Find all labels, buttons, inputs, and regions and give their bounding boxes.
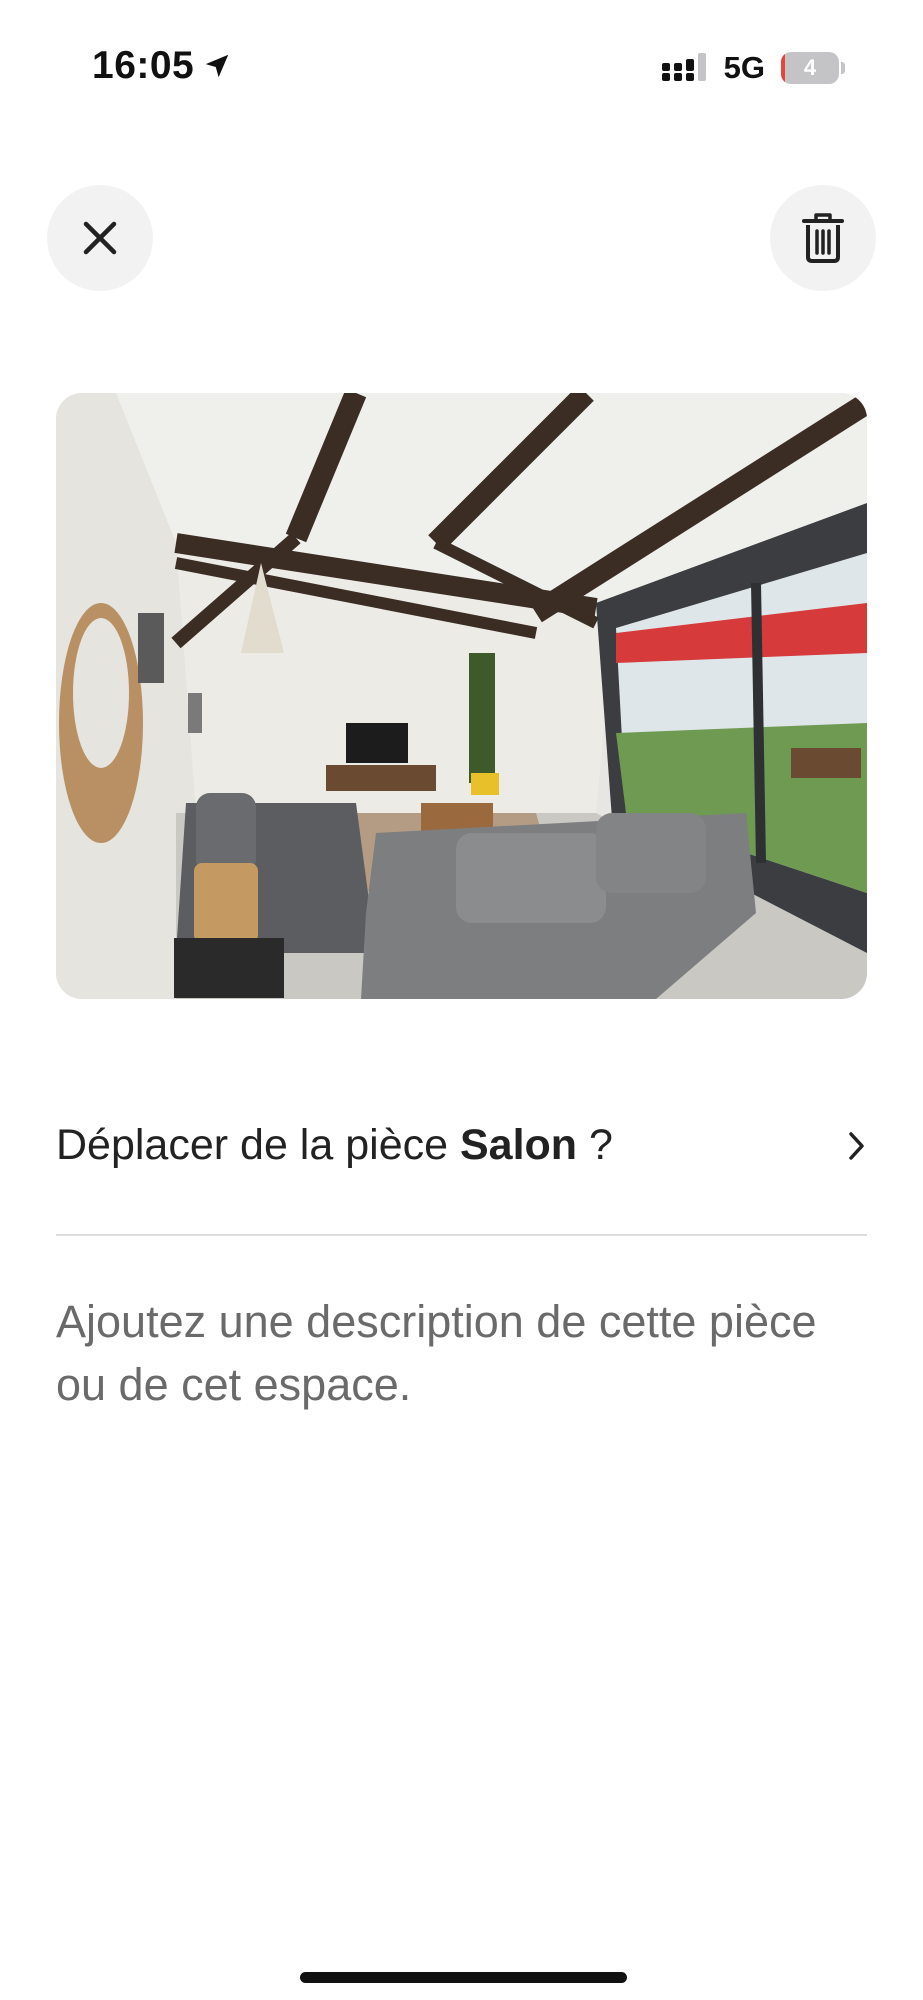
photo-detail-screen: 16:05 5G 4 Déplacer de la pièce Salon ? …: [0, 0, 923, 2000]
battery-level: 4: [803, 55, 817, 80]
trash-icon: [801, 213, 845, 263]
status-time-group: 16:05: [92, 44, 232, 88]
delete-button[interactable]: [770, 185, 876, 291]
room-photo[interactable]: [56, 393, 867, 999]
move-room-suffix: ?: [589, 1121, 613, 1170]
close-button[interactable]: [47, 185, 153, 291]
location-arrow-icon: [202, 51, 232, 81]
status-time: 16:05: [92, 44, 195, 87]
move-room-name: Salon: [459, 1121, 578, 1170]
move-room-prefix: Déplacer de la pièce: [56, 1121, 449, 1170]
battery-icon: 4: [781, 52, 845, 84]
move-room-row[interactable]: Déplacer de la pièce Salon ?: [56, 1098, 867, 1194]
move-room-text: Déplacer de la pièce Salon ?: [56, 1120, 613, 1172]
signal-icon: [661, 53, 708, 83]
battery-cap: [841, 62, 845, 74]
divider: [56, 1234, 867, 1236]
close-icon: [80, 218, 120, 258]
battery-body: 4: [781, 52, 839, 84]
status-indicators: 5G 4: [661, 50, 845, 86]
home-indicator[interactable]: [300, 1972, 627, 1983]
network-type-label: 5G: [723, 50, 765, 85]
chevron-right-icon: [847, 1130, 867, 1162]
battery-fill: [781, 52, 785, 84]
status-bar: 16:05 5G 4: [0, 0, 923, 140]
description-input[interactable]: [56, 1290, 867, 1430]
